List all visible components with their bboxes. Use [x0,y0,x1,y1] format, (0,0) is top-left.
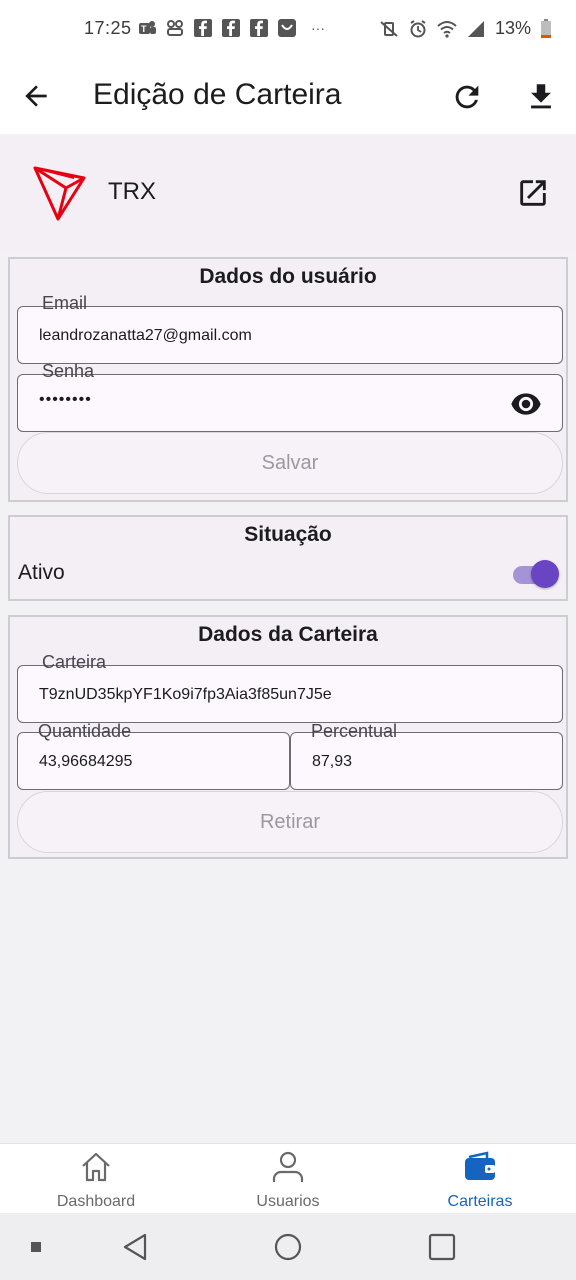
menu-square-icon[interactable] [31,1242,41,1252]
refresh-icon[interactable] [450,80,484,114]
person-icon [272,1151,304,1182]
status-time: 17:25 [84,18,132,38]
recents-square-icon[interactable] [428,1233,456,1261]
wallet-value: T9znUD35kpYF1Ko9i7fp3Aia3f85un7J5e [39,686,332,703]
status-bar: 17:25 T ··· 13% [0,0,576,58]
facebook-icon [222,19,240,37]
percent-label: Percentual [301,721,408,742]
overflow-indicator: ··· [311,20,325,36]
section-title: Dados do usuário [199,265,377,288]
nav-label: Carteiras [447,1193,513,1210]
save-button[interactable]: Salvar [17,432,563,494]
battery-percent: 13% [494,18,531,38]
quantity-field[interactable]: Quantidade 43,96684295 [17,721,290,790]
wallet-data-section: Dados da Carteira Carteira T9znUD35kpYF1… [8,615,568,859]
percent-field[interactable]: Percentual 87,93 [290,721,563,790]
signal-icon [467,20,484,37]
wallet-field[interactable]: Carteira T9znUD35kpYF1Ko9i7fp3Aia3f85un7… [17,652,563,723]
email-field[interactable]: Email leandrozanatta27@gmail.com [17,293,563,364]
svg-text:T: T [141,24,147,34]
bottom-navigation: Dashboard Usuarios Carteiras [0,1143,576,1213]
alarm-icon [410,19,426,37]
back-triangle-icon[interactable] [122,1233,148,1261]
page-title: Edição de Carteira [93,78,342,111]
nav-label: Dashboard [56,1193,136,1210]
email-value: leandrozanatta27@gmail.com [39,327,252,344]
home-icon [82,1152,110,1182]
nav-item-carteiras[interactable]: Carteiras [384,1144,576,1214]
home-circle-icon[interactable] [273,1232,303,1262]
system-navigation-bar [0,1213,576,1280]
email-label: Email [32,293,98,314]
user-data-section: Dados do usuário Email leandrozanatta27@… [8,257,568,502]
wallet-icon [465,1151,495,1180]
battery-icon [541,18,551,38]
notification-icons: T ··· [137,18,325,38]
wifi-icon [437,20,457,38]
active-label: Ativo [18,561,65,584]
password-label: Senha [32,361,105,382]
facebook-icon [250,19,268,37]
back-arrow-icon[interactable] [20,80,52,112]
active-toggle[interactable] [511,557,559,589]
coin-header: TRX [0,134,576,252]
facebook-icon [194,19,212,37]
toggle-thumb [531,560,559,588]
teams-icon: T [139,21,156,34]
open-external-icon[interactable] [516,176,550,210]
tron-logo-icon [33,166,86,221]
system-icons: 13% [379,18,552,39]
wallet-label: Carteira [32,652,117,673]
percent-value: 87,93 [312,753,353,770]
coin-name: TRX [108,178,156,205]
download-icon[interactable] [524,80,558,114]
password-field[interactable]: Senha •••••••• [17,361,563,432]
status-section: Situação Ativo [8,515,568,601]
nav-item-usuarios[interactable]: Usuarios [192,1144,384,1214]
visibility-icon[interactable] [510,391,542,417]
section-title: Situação [244,523,332,546]
nav-label: Usuarios [256,1193,320,1210]
password-value: •••••••• [39,391,92,408]
nav-item-dashboard[interactable]: Dashboard [0,1144,192,1214]
quantity-value: 43,96684295 [39,753,133,770]
inbox-icon [278,19,296,37]
app-bar: Edição de Carteira [0,58,576,134]
quantity-label: Quantidade [28,721,142,742]
teams-icon [167,20,183,36]
withdraw-button[interactable]: Retirar [17,791,563,853]
section-title: Dados da Carteira [198,623,378,646]
vibrate-off-icon [380,20,398,37]
